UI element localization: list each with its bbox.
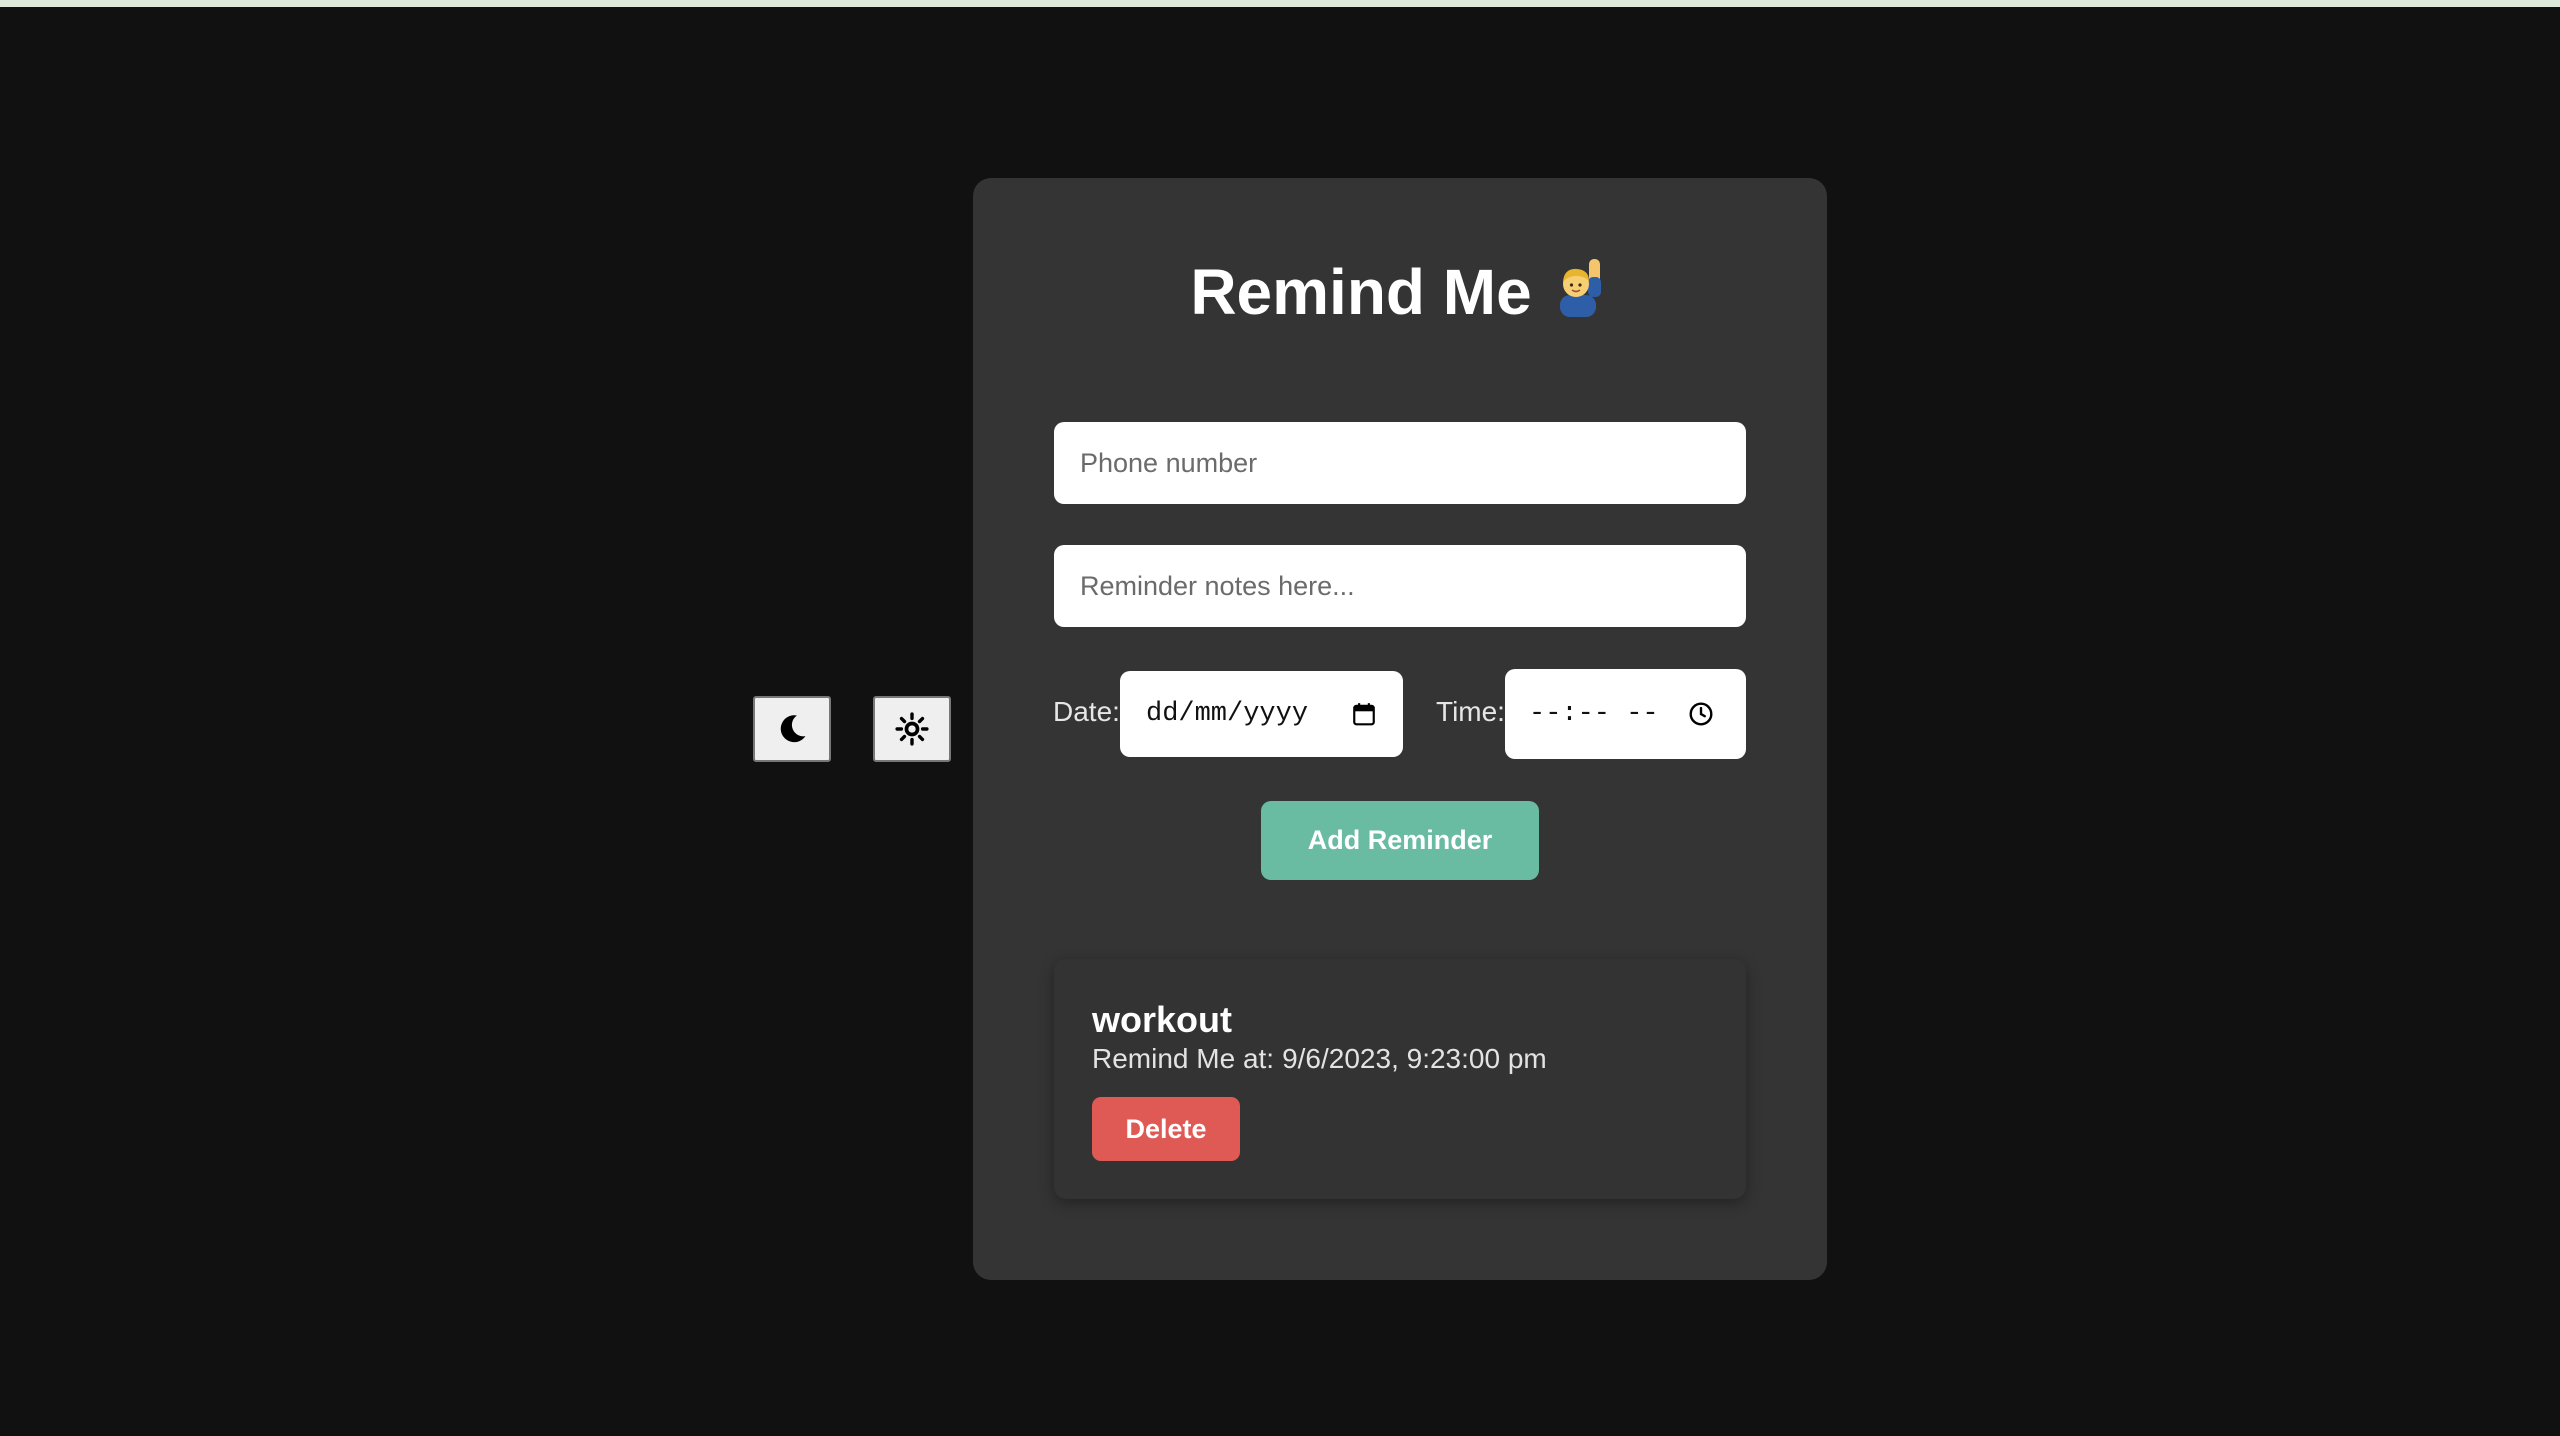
time-input[interactable]: --:-- -- [1505, 669, 1746, 759]
person-raising-hand-icon [1546, 255, 1610, 329]
page-title-text: Remind Me [1190, 256, 1532, 328]
date-label: Date: [1053, 696, 1120, 727]
reminder-time: Remind Me at: 9/6/2023, 9:23:00 pm [1092, 1043, 1547, 1075]
page-title: Remind Me [973, 259, 1827, 329]
date-input-value: dd/mm/yyyy [1146, 699, 1309, 729]
phone-number-input[interactable] [1054, 422, 1746, 504]
browser-top-strip [0, 0, 2560, 7]
reminder-time-value: 9/6/2023, 9:23:00 pm [1282, 1043, 1547, 1074]
time-label: Time: [1436, 696, 1505, 727]
dark-mode-button[interactable] [753, 696, 831, 762]
reminder-card: Remind Me Date: dd/mm/yyyy Time: --:-- -… [973, 178, 1827, 1280]
reminder-time-prefix: Remind Me at: [1092, 1043, 1275, 1074]
light-mode-button[interactable] [873, 696, 951, 762]
clock-icon[interactable] [1688, 701, 1714, 727]
delete-button[interactable]: Delete [1092, 1097, 1240, 1161]
reminder-title: workout [1092, 999, 1232, 1040]
reminder-item: workout Remind Me at: 9/6/2023, 9:23:00 p… [1054, 959, 1746, 1199]
time-input-value: --:-- -- [1529, 699, 1659, 729]
add-reminder-button[interactable]: Add Reminder [1261, 801, 1539, 880]
moon-icon [780, 715, 806, 743]
sun-icon [895, 712, 929, 746]
reminder-notes-input[interactable] [1054, 545, 1746, 627]
date-input[interactable]: dd/mm/yyyy [1120, 671, 1403, 757]
calendar-icon[interactable] [1351, 701, 1377, 727]
